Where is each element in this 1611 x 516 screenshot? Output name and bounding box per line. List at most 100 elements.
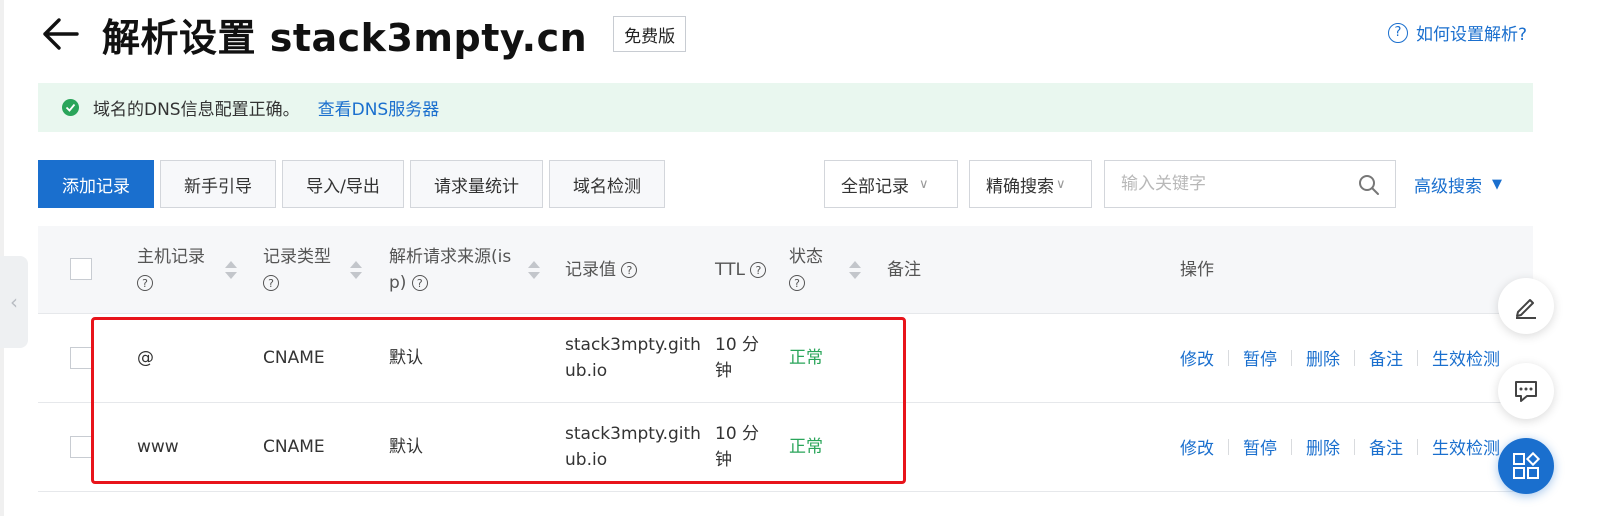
search-icon[interactable] (1357, 173, 1381, 197)
edit-link[interactable]: 修改 (1180, 434, 1214, 459)
divider (1354, 349, 1355, 366)
verify-link[interactable]: 生效检测 (1432, 345, 1500, 370)
delete-link[interactable]: 删除 (1306, 345, 1340, 370)
guide-button[interactable]: 新手引导 (160, 160, 276, 208)
advanced-search-label: 高级搜索 (1414, 176, 1482, 197)
column-header-isp: 解析请求来源(is p) ? (389, 244, 511, 296)
isp-cell: 默认 (389, 348, 423, 368)
host-cell: www (137, 437, 179, 457)
question-circle-icon: ? (137, 275, 153, 291)
type-cell: CNAME (263, 348, 325, 368)
search-mode-value: 精确搜索 (986, 176, 1054, 197)
sidebar-collapse-tab[interactable]: ‹ (0, 256, 28, 348)
status-cell: 正常 (789, 437, 823, 457)
help-link[interactable]: ? 如何设置解析? (1387, 20, 1527, 45)
notice-text: 域名的DNS信息配置正确。 (93, 100, 300, 120)
column-header-status: 状态 ? (789, 244, 823, 296)
back-button[interactable] (38, 12, 82, 56)
row-actions: 修改 暂停 删除 备注 生效检测 (1180, 345, 1500, 370)
import-export-button[interactable]: 导入/导出 (282, 160, 404, 208)
divider (1417, 349, 1418, 366)
ttl-text-cont: 钟 (715, 450, 732, 470)
record-filter-select[interactable]: 全部记录 ∨ (824, 160, 958, 208)
divider (1228, 438, 1229, 455)
verify-link[interactable]: 生效检测 (1432, 434, 1500, 459)
check-circle-icon (62, 99, 79, 116)
ttl-text: 10 分 (715, 335, 760, 355)
value-cell: stack3mpty.gith ub.io (565, 421, 701, 473)
ttl-cell: 10 分 钟 (715, 332, 759, 384)
isp-cell: 默认 (389, 437, 423, 457)
delete-link[interactable]: 删除 (1306, 434, 1340, 459)
divider (1354, 438, 1355, 455)
chevron-down-icon: ∨ (919, 176, 929, 192)
column-header-ttl: TTL ? (715, 257, 767, 283)
column-isp-label: 解析请求来源(is (389, 247, 512, 267)
remark-link[interactable]: 备注 (1369, 434, 1403, 459)
domain-check-button[interactable]: 域名检测 (549, 160, 665, 208)
page-title: 解析设置 stack3mpty.cn (102, 15, 588, 60)
pencil-icon (1516, 299, 1536, 319)
dns-status-notice: 域名的DNS信息配置正确。 查看DNS服务器 (38, 83, 1533, 132)
triangle-down-icon: ▼ (1492, 176, 1502, 192)
feedback-button[interactable] (1498, 278, 1554, 334)
apps-grid-icon (1513, 451, 1541, 479)
ttl-text: 10 分 (715, 424, 760, 444)
chat-bubble-icon (1515, 381, 1537, 402)
edition-badge: 免费版 (613, 16, 687, 52)
divider (1291, 349, 1292, 366)
sort-isp-icon[interactable] (528, 259, 540, 283)
value-text: stack3mpty.gith (565, 335, 701, 355)
chat-button[interactable] (1498, 363, 1554, 419)
sort-status-icon[interactable] (849, 259, 861, 283)
edit-link[interactable]: 修改 (1180, 345, 1214, 370)
apps-button[interactable] (1498, 438, 1554, 494)
question-circle-icon: ? (789, 275, 805, 291)
chevron-left-icon: ‹ (10, 290, 18, 314)
status-cell: 正常 (789, 348, 823, 368)
question-circle-icon: ? (1387, 22, 1408, 43)
search-box (1104, 160, 1396, 208)
value-text-cont: ub.io (565, 361, 608, 381)
question-circle-icon: ? (263, 275, 279, 291)
toolbar: 添加记录 新手引导 导入/导出 请求量统计 域名检测 全部记录 ∨ 精确搜索 ∨… (38, 160, 1533, 208)
pause-link[interactable]: 暂停 (1243, 345, 1277, 370)
select-all-checkbox[interactable] (70, 258, 92, 280)
column-header-type: 记录类型 ? (263, 244, 331, 296)
help-link-label: 如何设置解析? (1415, 25, 1527, 45)
column-header-remark: 备注 (887, 260, 921, 280)
value-cell: stack3mpty.gith ub.io (565, 332, 701, 384)
column-value-label: 记录值 (565, 260, 616, 280)
ttl-cell: 10 分 钟 (715, 421, 759, 473)
row-actions: 修改 暂停 删除 备注 生效检测 (1180, 434, 1500, 459)
divider (1417, 438, 1418, 455)
search-input[interactable] (1121, 174, 1351, 194)
view-dns-servers-link[interactable]: 查看DNS服务器 (318, 95, 440, 120)
sort-type-icon[interactable] (350, 259, 362, 283)
ttl-text-cont: 钟 (715, 361, 732, 381)
question-circle-icon: ? (621, 262, 638, 278)
request-stats-button[interactable]: 请求量统计 (410, 160, 543, 208)
advanced-search-toggle[interactable]: 高级搜索 ▼ (1414, 160, 1502, 208)
record-filter-value: 全部记录 (841, 176, 909, 197)
divider (1291, 438, 1292, 455)
row-checkbox[interactable] (70, 436, 92, 458)
divider (1228, 349, 1229, 366)
arrow-left-icon (43, 18, 79, 50)
table-row: www CNAME 默认 stack3mpty.gith ub.io 10 分 … (38, 403, 1533, 492)
sort-host-icon[interactable] (225, 259, 237, 283)
remark-link[interactable]: 备注 (1369, 345, 1403, 370)
search-mode-select[interactable]: 精确搜索 ∨ (969, 160, 1092, 208)
pause-link[interactable]: 暂停 (1243, 434, 1277, 459)
column-ttl-label: TTL (715, 260, 745, 280)
host-cell: @ (137, 348, 154, 368)
column-status-label: 状态 (789, 247, 823, 267)
add-record-button[interactable]: 添加记录 (38, 160, 154, 208)
value-text: stack3mpty.gith (565, 424, 701, 444)
dns-records-table: 主机记录 ? 记录类型 ? 解析请求来源(is p) ? 记录值 ? TTL ?… (38, 226, 1533, 492)
column-header-ops: 操作 (1180, 260, 1214, 280)
question-circle-icon: ? (750, 262, 767, 278)
row-checkbox[interactable] (70, 347, 92, 369)
column-header-host: 主机记录 ? (137, 244, 205, 296)
table-header: 主机记录 ? 记录类型 ? 解析请求来源(is p) ? 记录值 ? TTL ?… (38, 226, 1533, 314)
